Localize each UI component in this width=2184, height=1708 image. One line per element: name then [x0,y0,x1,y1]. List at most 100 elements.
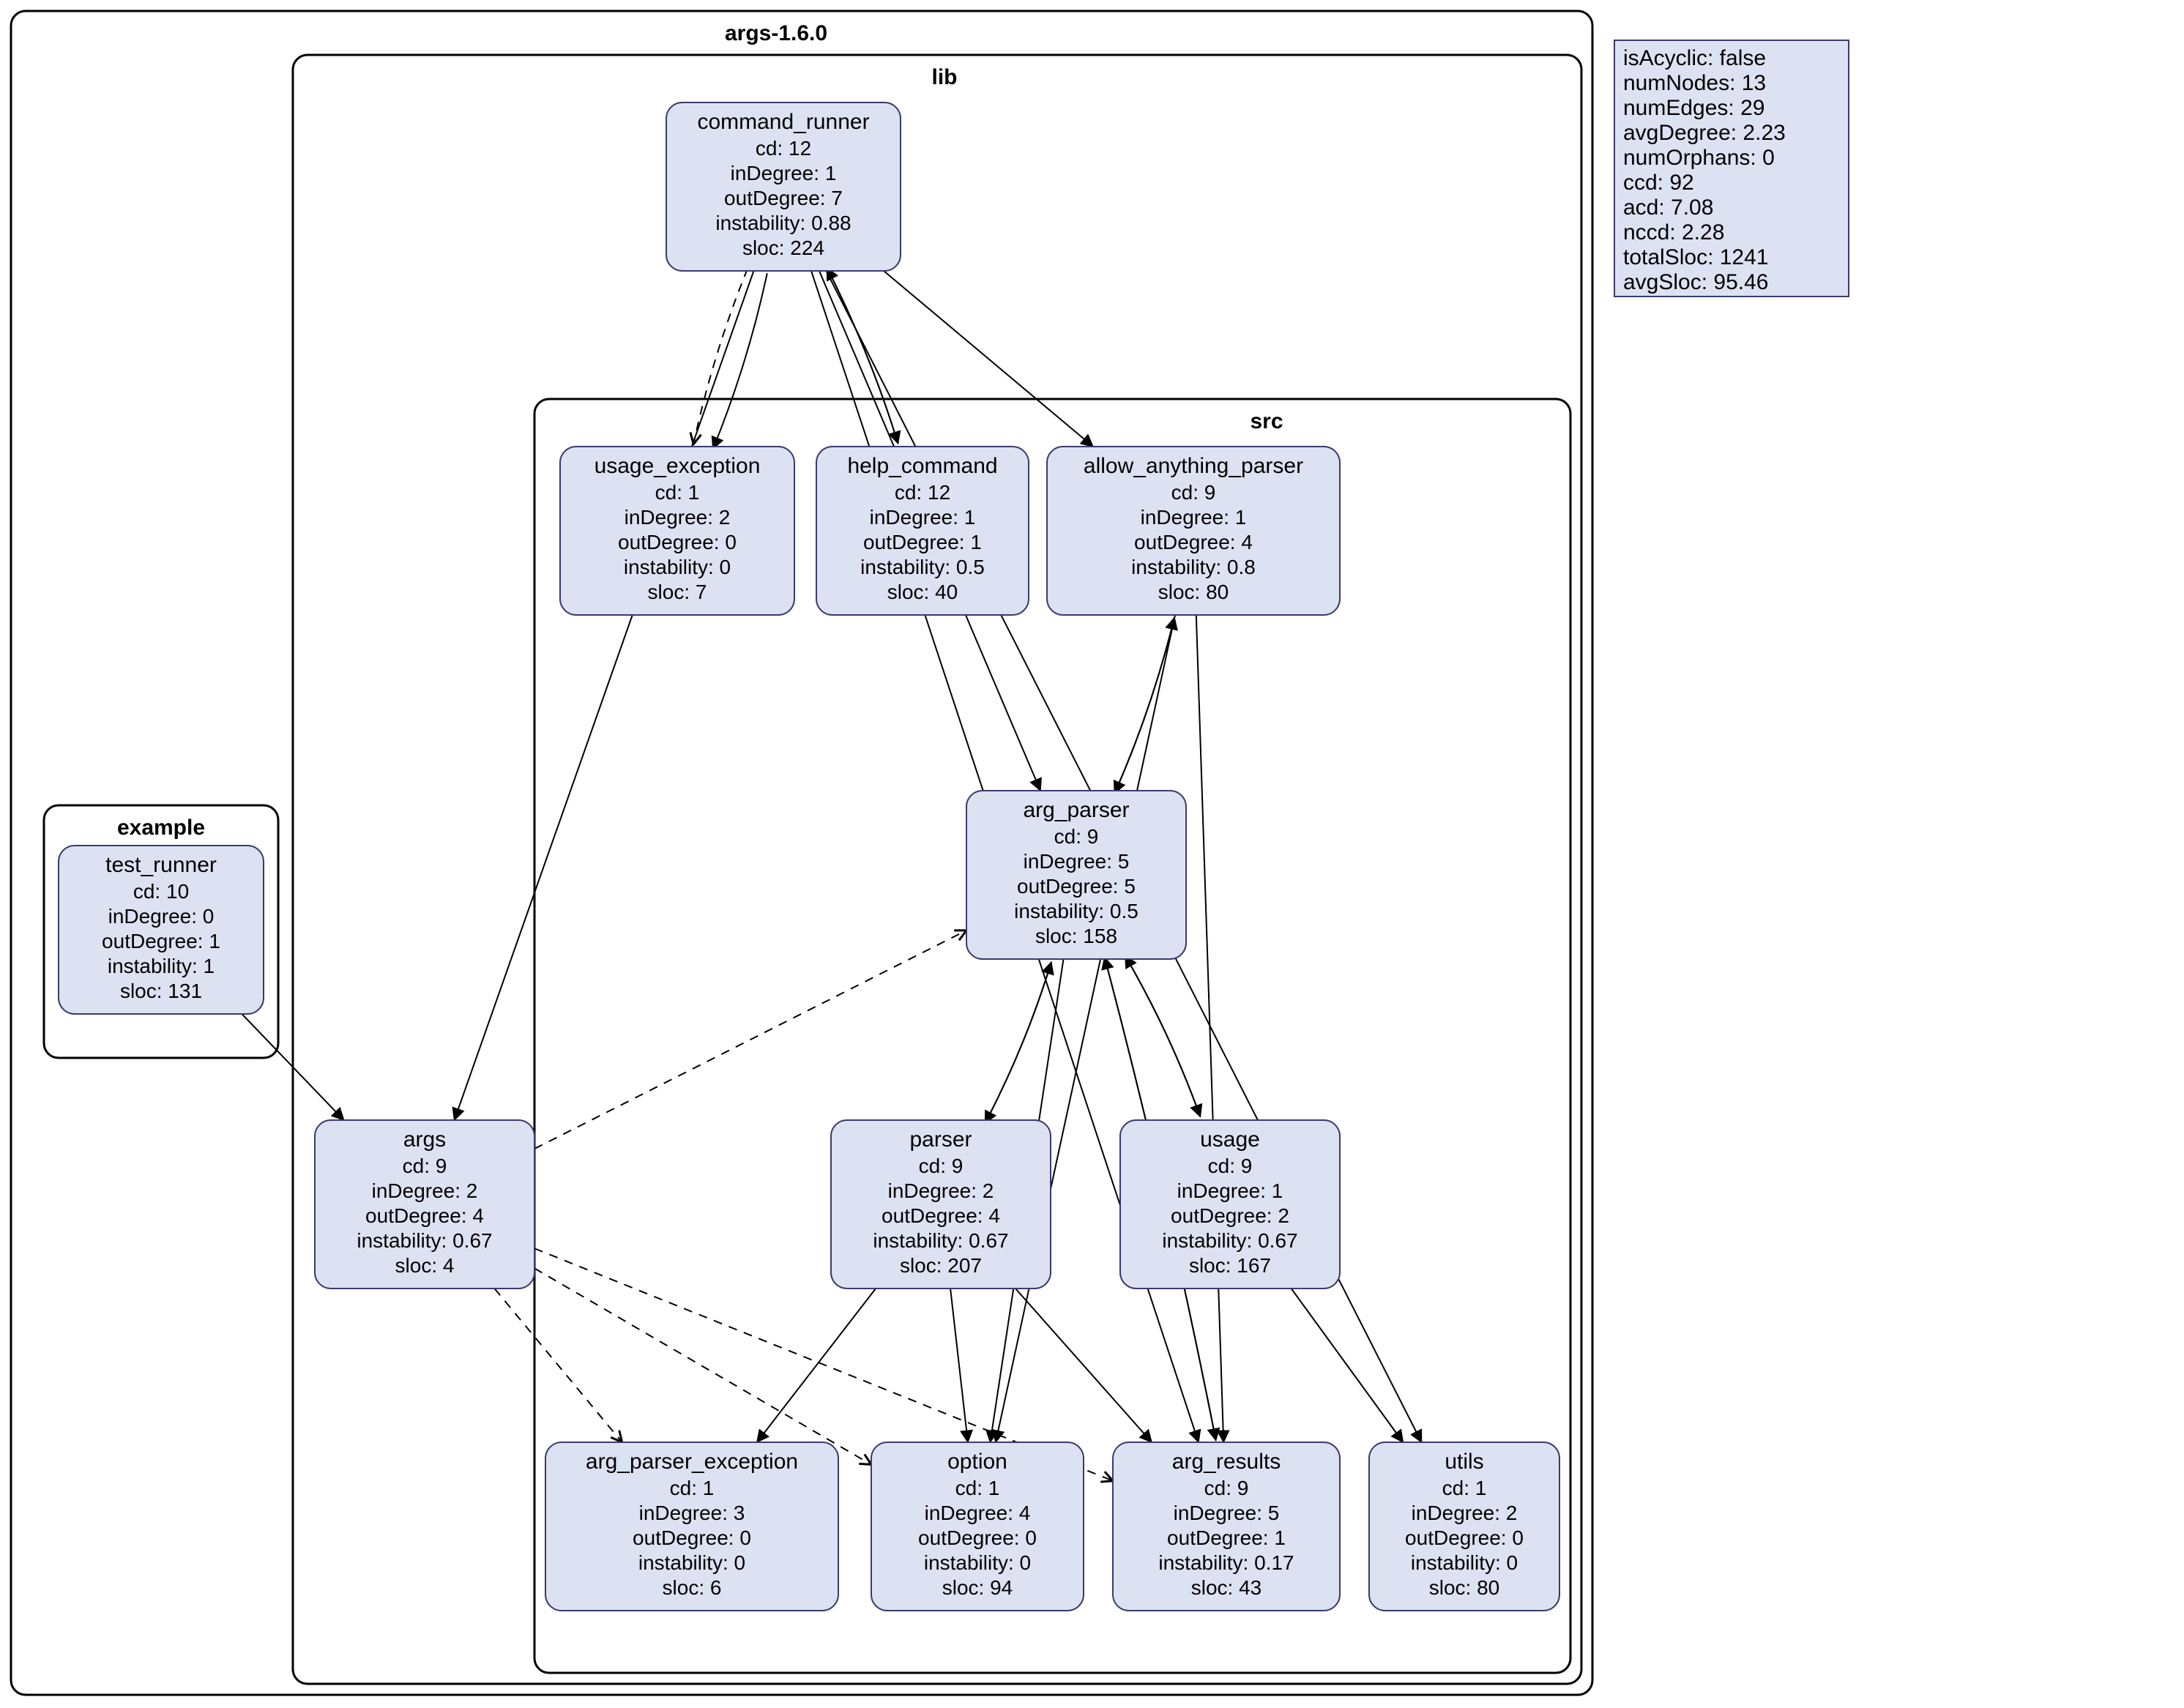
node-metric-sloc: sloc: 43 [1191,1576,1262,1599]
node-metric-sloc: sloc: 7 [648,581,707,603]
edge-arg_parser-to-usage [1125,955,1201,1116]
edge-parser-to-arg_parser_exception [757,1289,876,1442]
stat-nccd: nccd: 2.28 [1623,220,1724,245]
node-metric-cd: cd: 10 [133,880,189,903]
stat-avgDegree: avgDegree: 2.23 [1623,121,1786,145]
node-metric-inDegree: inDegree: 1 [1141,506,1247,529]
node-metric-cd: cd: 9 [1208,1155,1253,1177]
node-metric-cd: cd: 9 [919,1155,964,1177]
stat-isAcyclic: isAcyclic: false [1623,46,1766,70]
node-title: command_runner [697,110,869,134]
node-parser[interactable]: parsercd: 9inDegree: 2outDegree: 4instab… [831,1120,1051,1289]
svg-text:src: src [1250,409,1283,433]
node-metric-instability: instability: 0 [638,1551,745,1574]
node-metric-instability: instability: 0.67 [357,1229,492,1252]
node-metric-inDegree: inDegree: 3 [639,1502,745,1524]
edge-args-to-arg_parser [534,931,966,1149]
node-metric-inDegree: inDegree: 2 [625,506,731,529]
svg-text:lib: lib [932,65,958,89]
edge-args-to-arg_parser_exception [494,1289,622,1442]
node-metric-inDegree: inDegree: 2 [1412,1502,1518,1524]
dependency-diagram: args-1.6.0 lib src example test_runner cd: 1… [0,0,2184,1708]
graph-stats: isAcyclic: falsenumNodes: 13numEdges: 29… [1614,40,1849,297]
node-title: arg_parser [1023,798,1129,822]
node-metric-inDegree: inDegree: 2 [888,1179,994,1202]
edge-allow_anything_parser-to-arg_results [1196,615,1223,1442]
node-metric-inDegree: inDegree: 5 [1174,1502,1280,1524]
edge-allow_anything_parser-to-arg_parser [1114,618,1174,794]
node-metric-instability: instability: 0.5 [1014,900,1138,922]
node-metric-outDegree: outDegree: 2 [1171,1204,1289,1227]
edge-allow_anything_parser-to-option [996,615,1175,1442]
stat-numOrphans: numOrphans: 0 [1623,146,1775,170]
node-help_command[interactable]: help_command cd: 12inDegree: 1outDegree: … [816,447,1029,615]
node-usage_exception[interactable]: usage_exceptioncd: 1inDegree: 2outDegree… [560,447,794,615]
node-metric-sloc: sloc: 167 [1189,1254,1271,1277]
node-metric-instability: instability: 0.67 [873,1229,1008,1252]
node-metric-instability: instability: 1 [108,955,215,977]
node-metric-sloc: sloc: 94 [942,1576,1013,1599]
node-metric-outDegree: outDegree: 4 [1134,531,1253,553]
node-metric-inDegree: inDegree: 1 [731,162,837,184]
node-metric-instability: instability: 0 [624,556,731,578]
node-metric-instability: instability: 0.88 [715,212,851,234]
stat-avgSloc: avgSloc: 95.46 [1623,270,1768,294]
node-metric-outDegree: outDegree: 0 [918,1526,1037,1549]
node-metric-outDegree: outDegree: 0 [618,531,737,553]
node-metric-instability: instability: 0 [1411,1551,1518,1574]
node-metric-outDegree: outDegree: 1 [863,531,982,553]
edge-parser-to-arg_results [1015,1289,1152,1442]
node-metric-sloc: sloc: 80 [1429,1576,1500,1599]
node-metric-instability: instability: 0.67 [1162,1229,1297,1252]
node-metric-sloc: sloc: 6 [663,1576,722,1599]
node-title: parser [909,1127,972,1152]
node-metric-cd: cd: 9 [1204,1477,1249,1499]
node-metric-cd: cd: 1 [1442,1477,1487,1499]
node-metric-cd: cd: 9 [1171,481,1216,504]
node-metric-sloc: sloc: 80 [1158,581,1229,603]
node-metric-sloc: sloc: 40 [887,581,958,603]
node-metric-outDegree: outDegree: 0 [1405,1526,1524,1549]
node-arg_parser_exception[interactable]: arg_parser_exceptioncd: 1inDegree: 3outD… [545,1442,838,1611]
svg-text:example: example [117,816,205,840]
node-metric-cd: cd: 9 [1054,825,1099,848]
svg-text:args-1.6.0: args-1.6.0 [725,21,827,45]
node-option[interactable]: optioncd: 1inDegree: 4outDegree: 0instab… [871,1442,1084,1611]
node-metric-sloc: sloc: 224 [742,236,824,259]
stat-numEdges: numEdges: 29 [1623,96,1764,120]
cluster-lib: lib [293,55,1581,1684]
edge-command_runner-to-usage_exception [713,273,767,449]
node-metric-sloc: sloc: 131 [120,980,202,1002]
node-title: test_runner [105,853,217,877]
node-metric-sloc: sloc: 207 [900,1254,982,1277]
node-metric-cd: cd: 1 [670,1477,715,1499]
node-metric-instability: instability: 0.17 [1158,1551,1294,1574]
node-arg_results[interactable]: arg_resultscd: 9inDegree: 5outDegree: 1i… [1113,1442,1340,1611]
node-command_runner[interactable]: command_runnercd: 12inDegree: 1outDegree… [666,102,901,271]
node-metric-cd: cd: 1 [955,1477,1000,1499]
node-args[interactable]: argscd: 9inDegree: 2outDegree: 4instabil… [315,1120,534,1289]
stat-totalSloc: totalSloc: 1241 [1623,245,1768,269]
edge-arg_parser-to-parser [985,962,1051,1123]
node-title: usage [1200,1127,1260,1152]
node-metric-outDegree: outDegree: 7 [724,187,843,209]
node-metric-instability: instability: 0.8 [1131,556,1256,578]
node-usage[interactable]: usagecd: 9inDegree: 1outDegree: 2instabi… [1120,1120,1340,1289]
node-utils[interactable]: utilscd: 1inDegree: 2outDegree: 0instabi… [1369,1442,1559,1611]
edge-command_runner-to-allow_anything_parser [884,271,1093,447]
node-metric-inDegree: inDegree: 5 [1024,850,1130,873]
node-title: help_command [847,454,997,478]
node-title: args [403,1127,446,1152]
node-metric-inDegree: inDegree: 0 [108,905,215,928]
node-title: allow_anything_parser [1084,454,1303,478]
node-metric-cd: cd: 9 [403,1155,447,1177]
node-metric-inDegree: inDegree: 1 [870,506,976,529]
node-arg_parser[interactable]: arg_parser cd: 9inDegree: 5outDegree: 5in… [966,791,1186,959]
node-metric-outDegree: outDegree: 1 [102,930,220,952]
node-test_runner[interactable]: test_runner cd: 10inDegree: 0outDegree: 1… [59,846,264,1014]
edge-args-to-option [534,1268,871,1464]
node-metric-cd: cd: 12 [895,481,950,504]
node-title: arg_results [1172,1450,1281,1474]
node-metric-outDegree: outDegree: 5 [1017,875,1136,898]
node-allow_anything_parser[interactable]: allow_anything_parser cd: 9inDegree: 1out… [1047,447,1340,615]
